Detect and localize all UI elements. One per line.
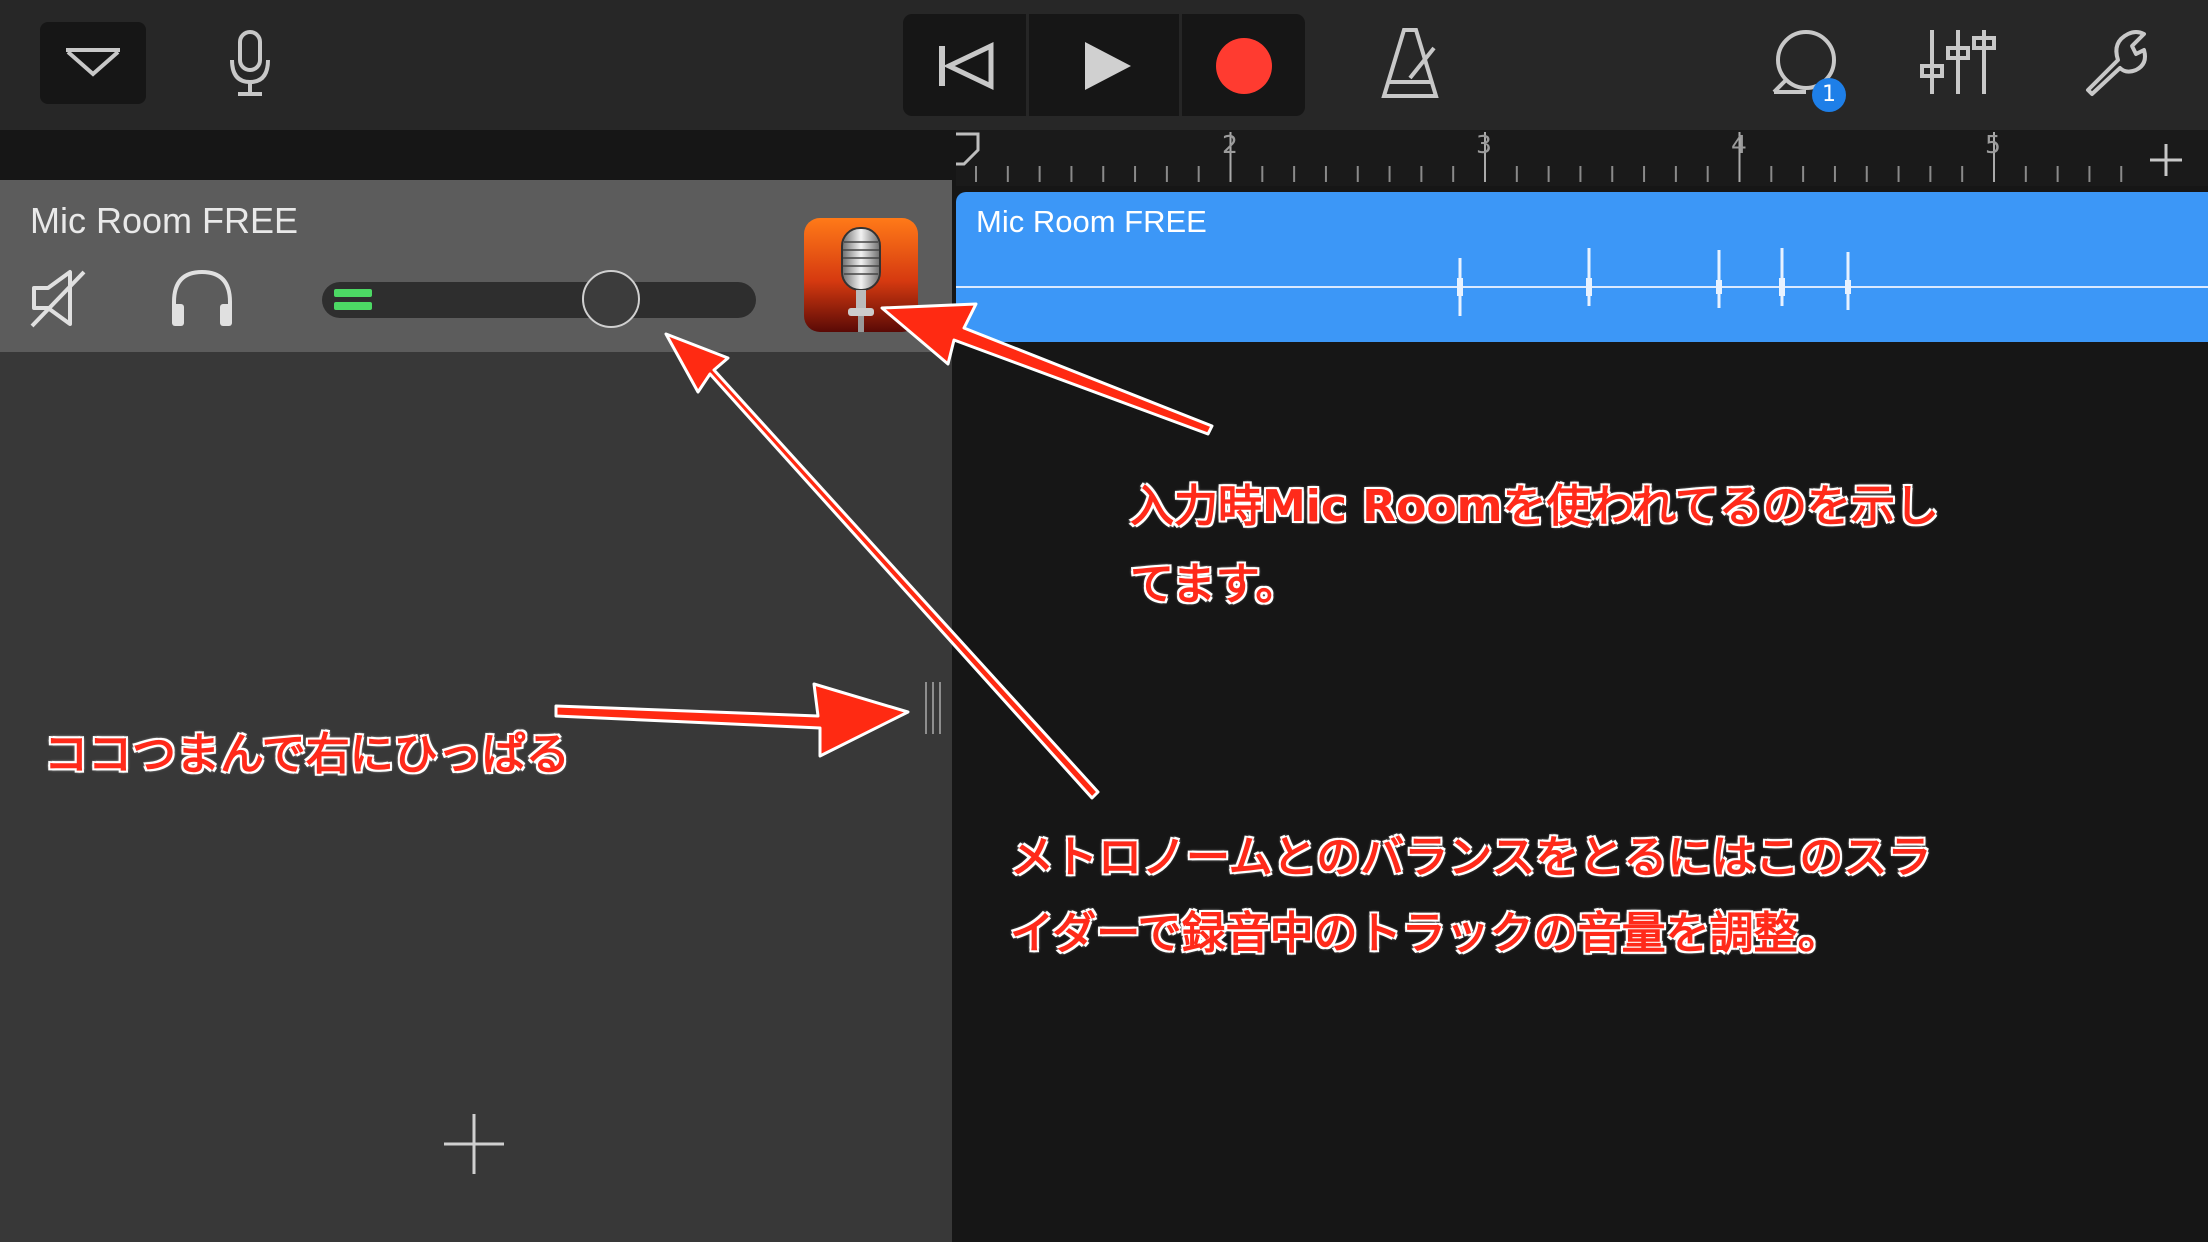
rewind-icon <box>939 42 994 90</box>
level-meter <box>334 289 372 311</box>
track-volume-slider[interactable] <box>322 282 756 318</box>
play-button[interactable] <box>1029 14 1179 116</box>
loop-count-badge: 1 <box>1812 78 1846 112</box>
track-controls-button[interactable] <box>1918 26 1998 98</box>
add-track-button[interactable] <box>442 1112 506 1176</box>
settings-button[interactable] <box>2080 26 2152 98</box>
region-waveform <box>956 248 2208 316</box>
microphone-icon <box>230 30 270 96</box>
tracks-view-button[interactable] <box>40 22 146 104</box>
grip-icon <box>925 682 941 734</box>
annotation-line: イダーで録音中のトラックの音量を調整。 <box>1010 908 1842 959</box>
bar-number-4: 4 <box>1731 130 1747 159</box>
annotation-resize-note: ココつまんで右にひっぱる <box>44 729 570 780</box>
region-name: Mic Room FREE <box>976 204 1207 239</box>
track-name: Mic Room FREE <box>30 200 299 241</box>
metronome-button[interactable] <box>1378 26 1442 102</box>
plus-icon <box>444 1114 504 1174</box>
panel-resize-handle[interactable] <box>920 680 946 736</box>
volume-slider-knob[interactable] <box>581 270 640 328</box>
ruler-ticks <box>954 132 2123 182</box>
vintage-microphone-icon <box>804 218 918 332</box>
input-settings-button[interactable] <box>222 28 278 100</box>
record-button[interactable] <box>1182 14 1305 116</box>
metronome-icon <box>1381 28 1439 98</box>
annotation-line: 入力時Mic Roomを使われてるのを示し <box>1130 481 1939 532</box>
mixer-icon <box>1920 30 1996 94</box>
annotation-volume-note: メトロノームとのバランスをとるにはこのスラ イダーで録音中のトラックの音量を調整… <box>1010 820 2010 972</box>
play-icon <box>1085 42 1131 90</box>
solo-button[interactable] <box>168 268 236 328</box>
bar-number-5: 5 <box>1985 130 2001 159</box>
record-icon <box>1216 38 1272 94</box>
rewind-button[interactable] <box>903 14 1026 116</box>
add-section-button[interactable] <box>2124 130 2208 186</box>
wrench-icon <box>2086 30 2147 96</box>
chevron-down-icon <box>66 48 120 77</box>
annotation-line: メトロノームとのバランスをとるにはこのスラ <box>1010 832 1932 883</box>
headphones-icon <box>172 269 232 326</box>
bar-number-2: 2 <box>1222 130 1238 159</box>
annotation-line: てます。 <box>1130 559 1300 610</box>
annotation-instrument-note: 入力時Mic Roomを使われてるのを示し てます。 <box>1130 468 2010 624</box>
speaker-muted-icon <box>30 270 86 328</box>
transport-controls <box>903 14 1305 116</box>
bar-number-3: 3 <box>1476 130 1492 159</box>
plus-icon <box>2150 144 2182 176</box>
playhead-marker <box>954 132 980 166</box>
mute-button[interactable] <box>30 268 86 328</box>
timeline-ruler[interactable]: 2 3 4 5 <box>954 130 2124 186</box>
instrument-icon[interactable] <box>804 218 918 332</box>
